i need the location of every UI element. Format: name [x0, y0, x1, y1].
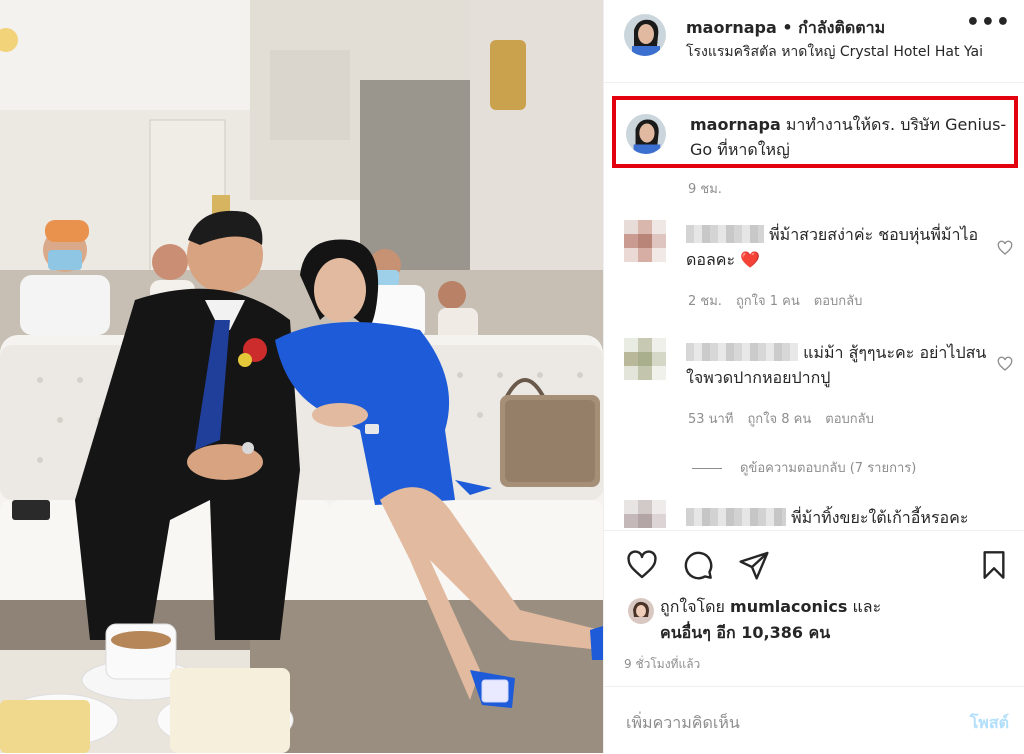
- separator-dot: •: [776, 18, 799, 37]
- following-status[interactable]: กำลังติดตาม: [798, 18, 885, 37]
- author-avatar[interactable]: [624, 14, 666, 56]
- comment-item: พี่ม้าทิ้งขยะใต้เก้าอี้หรอคะ: [604, 500, 1024, 530]
- likes-others-count[interactable]: คนอื่นๆ อีก 10,386 คน: [660, 623, 830, 642]
- add-comment-bar: เพิ่มความคิดเห็น โพสต์: [604, 686, 1024, 754]
- comment-text: พี่ม้าสวยสง่าค่ะ ชอบหุ่นพี่ม้าไอดอลคะ ❤️: [686, 222, 991, 272]
- comment-meta: 2 ชม. ถูกใจ 1 คน ตอบกลับ: [688, 290, 876, 311]
- replies-divider-line: [692, 468, 722, 469]
- comment-meta: 53 นาที ถูกใจ 8 คน ตอบกลับ: [688, 408, 888, 429]
- caption-text: maornapa มาทำงานให้ดร. บริษัท Genius-Go …: [690, 112, 1010, 162]
- comment-text: แม่ม้า สู้ๆๆนะคะ อย่าไปสนใจพวดปากหอยปากป…: [686, 340, 991, 390]
- action-bar: [604, 530, 1024, 591]
- caption-time: 9 ชม.: [688, 182, 722, 197]
- comment-like-heart-icon[interactable]: [997, 356, 1013, 372]
- add-comment-input[interactable]: เพิ่มความคิดเห็น: [626, 711, 740, 736]
- post-header: maornapa • กำลังติดตาม โรงแรมคริสตัล หาด…: [604, 0, 1024, 83]
- liker-avatar[interactable]: [628, 598, 654, 624]
- comment-time: 53 นาที: [688, 412, 734, 427]
- post-timestamp[interactable]: 9 ชั่วโมงที่แล้ว: [624, 655, 700, 674]
- reply-button[interactable]: ตอบกลับ: [814, 294, 863, 309]
- commenter-avatar-blurred[interactable]: [624, 220, 666, 262]
- send-icon[interactable]: [738, 549, 770, 581]
- view-replies-link[interactable]: ดูข้อความตอบกลับ (7 รายการ): [692, 457, 916, 478]
- comment-text: พี่ม้าทิ้งขยะใต้เก้าอี้หรอคะ: [686, 505, 991, 530]
- blurred-username[interactable]: [686, 343, 798, 361]
- comment-like-count[interactable]: ถูกใจ 1 คน: [736, 294, 800, 309]
- blurred-username[interactable]: [686, 225, 764, 243]
- instagram-post-screenshot: maornapa • กำลังติดตาม โรงแรมคริสตัล หาด…: [0, 0, 1024, 753]
- bookmark-icon[interactable]: [978, 549, 1010, 581]
- blurred-username[interactable]: [686, 508, 786, 526]
- caption-author-avatar[interactable]: [626, 114, 666, 154]
- post-comment-button[interactable]: โพสต์: [970, 711, 1009, 736]
- reply-button[interactable]: ตอบกลับ: [825, 412, 874, 427]
- comment-time: 2 ชม.: [688, 294, 722, 309]
- likes-text: ถูกใจโดย mumlaconics และ คนอื่นๆ อีก 10,…: [660, 594, 881, 646]
- likes-prefix: ถูกใจโดย: [660, 597, 731, 616]
- comment-body: พี่ม้าทิ้งขยะใต้เก้าอี้หรอคะ: [791, 508, 969, 527]
- commenter-avatar-blurred[interactable]: [624, 500, 666, 530]
- likes-summary: ถูกใจโดย mumlaconics และ คนอื่นๆ อีก 10,…: [624, 594, 1014, 654]
- post-location[interactable]: โรงแรมคริสตัล หาดใหญ่ Crystal Hotel Hat …: [686, 41, 983, 63]
- caption-highlight-box: maornapa มาทำงานให้ดร. บริษัท Genius-Go …: [612, 96, 1018, 168]
- header-line: maornapa • กำลังติดตาม: [686, 16, 885, 41]
- post-side-panel: maornapa • กำลังติดตาม โรงแรมคริสตัล หาด…: [603, 0, 1024, 753]
- comment-icon[interactable]: [682, 549, 714, 581]
- author-username[interactable]: maornapa: [686, 18, 777, 37]
- post-photo[interactable]: [0, 0, 603, 753]
- photo-illustration: [0, 0, 603, 753]
- view-replies-label: ดูข้อความตอบกลับ (7 รายการ): [740, 461, 917, 476]
- liker-username[interactable]: mumlaconics: [730, 597, 847, 616]
- caption-username[interactable]: maornapa: [690, 115, 781, 134]
- likes-conjunction: และ: [847, 597, 882, 616]
- comment-like-count[interactable]: ถูกใจ 8 คน: [747, 412, 811, 427]
- commenter-avatar-blurred[interactable]: [624, 338, 666, 380]
- heart-icon[interactable]: [626, 549, 658, 581]
- more-options-icon[interactable]: •••: [966, 10, 1011, 35]
- comment-like-heart-icon[interactable]: [997, 240, 1013, 256]
